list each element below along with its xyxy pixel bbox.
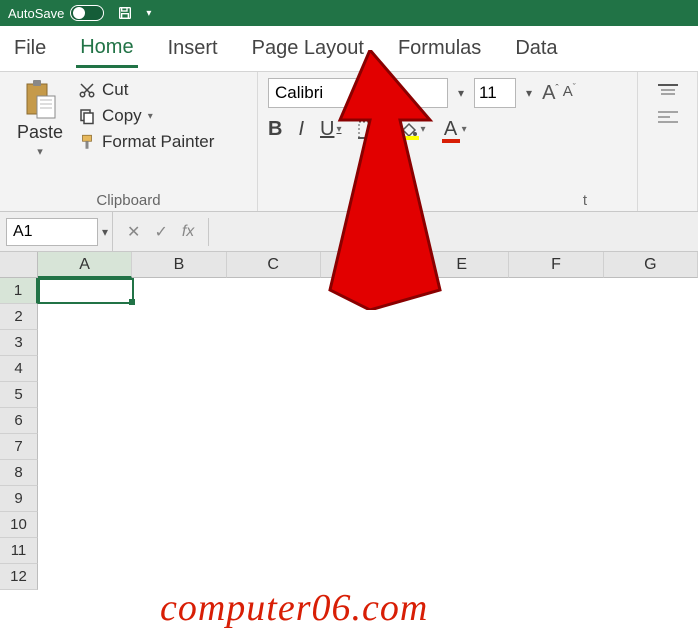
italic-button[interactable]: I [298, 118, 304, 141]
column-header[interactable]: D [321, 252, 415, 278]
font-color-button[interactable]: A ▾ [442, 118, 467, 141]
row-header[interactable]: 6 [0, 408, 38, 434]
clipboard-group: Paste ▾ Cut Copy ▾ Format Painter C [0, 72, 258, 211]
save-icon[interactable] [114, 2, 136, 24]
column-header[interactable]: F [509, 252, 603, 278]
align-left-icon[interactable] [658, 110, 678, 124]
formula-bar: ▾ ✕ ✓ fx [0, 212, 698, 252]
ribbon-tabs: File Home Insert Page Layout Formulas Da… [0, 26, 698, 72]
font-name-input[interactable] [268, 78, 448, 108]
border-icon [358, 121, 376, 139]
row-header[interactable]: 8 [0, 460, 38, 486]
cut-button[interactable]: Cut [78, 80, 214, 100]
row-header[interactable]: 1 [0, 278, 38, 304]
row-header[interactable]: 3 [0, 330, 38, 356]
active-cell[interactable] [38, 278, 134, 304]
row-header[interactable]: 7 [0, 434, 38, 460]
border-button[interactable]: ▾ [358, 121, 383, 139]
tab-data[interactable]: Data [511, 31, 561, 66]
row-headers: 1 2 3 4 5 6 7 8 9 10 11 12 [0, 278, 38, 590]
row-header[interactable]: 2 [0, 304, 38, 330]
tab-file[interactable]: File [10, 31, 50, 66]
column-header[interactable]: G [604, 252, 698, 278]
name-box-dropdown-icon[interactable]: ▾ [98, 225, 112, 239]
row-header[interactable]: 10 [0, 512, 38, 538]
autosave-toggle[interactable] [70, 5, 104, 21]
watermark-text: computer06.com [160, 586, 428, 630]
row-header[interactable]: 9 [0, 486, 38, 512]
format-painter-label: Format Painter [102, 132, 214, 152]
insert-function-icon[interactable]: fx [182, 223, 194, 241]
enter-formula-icon[interactable]: ✓ [154, 222, 167, 242]
font-name-dropdown-icon[interactable]: ▾ [454, 86, 468, 100]
worksheet-grid: A B C D E F G 1 2 3 4 5 6 7 8 9 10 11 12 [0, 252, 698, 612]
qat-dropdown-icon[interactable]: ▾ [146, 8, 151, 19]
format-painter-button[interactable]: Format Painter [78, 132, 214, 152]
column-header[interactable]: B [132, 252, 226, 278]
cancel-formula-icon[interactable]: ✕ [127, 222, 140, 242]
row-header[interactable]: 12 [0, 564, 38, 590]
font-group-label-partial: t [268, 190, 627, 209]
column-header[interactable]: A [38, 252, 132, 278]
decrease-font-icon[interactable]: Aˇ [563, 82, 576, 105]
increase-font-icon[interactable]: Aˆ [542, 82, 559, 105]
row-header[interactable]: 5 [0, 382, 38, 408]
copy-icon [78, 107, 96, 125]
font-size-input[interactable] [474, 78, 516, 108]
column-header[interactable]: E [415, 252, 509, 278]
copy-button[interactable]: Copy ▾ [78, 106, 214, 126]
row-header[interactable]: 4 [0, 356, 38, 382]
clipboard-group-label: Clipboard [10, 190, 247, 209]
font-size-dropdown-icon[interactable]: ▾ [522, 86, 536, 100]
select-all-corner[interactable] [0, 252, 38, 278]
cells-area[interactable] [38, 278, 698, 612]
cut-label: Cut [102, 80, 128, 100]
chevron-down-icon[interactable]: ▾ [37, 145, 43, 158]
tab-formulas[interactable]: Formulas [394, 31, 485, 66]
font-group: ▾ ▾ Aˆ Aˇ B I U▾ ▾ ▾ [258, 72, 638, 211]
autosave-label: AutoSave [8, 6, 64, 21]
underline-button[interactable]: U▾ [320, 118, 341, 141]
align-top-icon[interactable] [658, 84, 678, 98]
ribbon: Paste ▾ Cut Copy ▾ Format Painter C [0, 72, 698, 212]
tab-page-layout[interactable]: Page Layout [248, 31, 368, 66]
title-bar: AutoSave ▾ [0, 0, 698, 26]
paste-button[interactable]: Paste ▾ [10, 78, 70, 190]
scissors-icon [78, 81, 96, 99]
paintbrush-icon [78, 133, 96, 151]
column-headers: A B C D E F G [38, 252, 698, 278]
tab-insert[interactable]: Insert [164, 31, 222, 66]
row-header[interactable]: 11 [0, 538, 38, 564]
fill-color-button[interactable]: ▾ [399, 120, 426, 140]
copy-label: Copy [102, 106, 142, 126]
autosave-control[interactable]: AutoSave [8, 5, 104, 21]
column-header[interactable]: C [227, 252, 321, 278]
paste-icon [23, 78, 57, 120]
bold-button[interactable]: B [268, 118, 282, 141]
name-box[interactable] [6, 218, 98, 246]
tab-home[interactable]: Home [76, 30, 137, 68]
paste-label: Paste [17, 122, 63, 143]
alignment-group [638, 72, 698, 211]
formula-input[interactable] [208, 218, 698, 246]
